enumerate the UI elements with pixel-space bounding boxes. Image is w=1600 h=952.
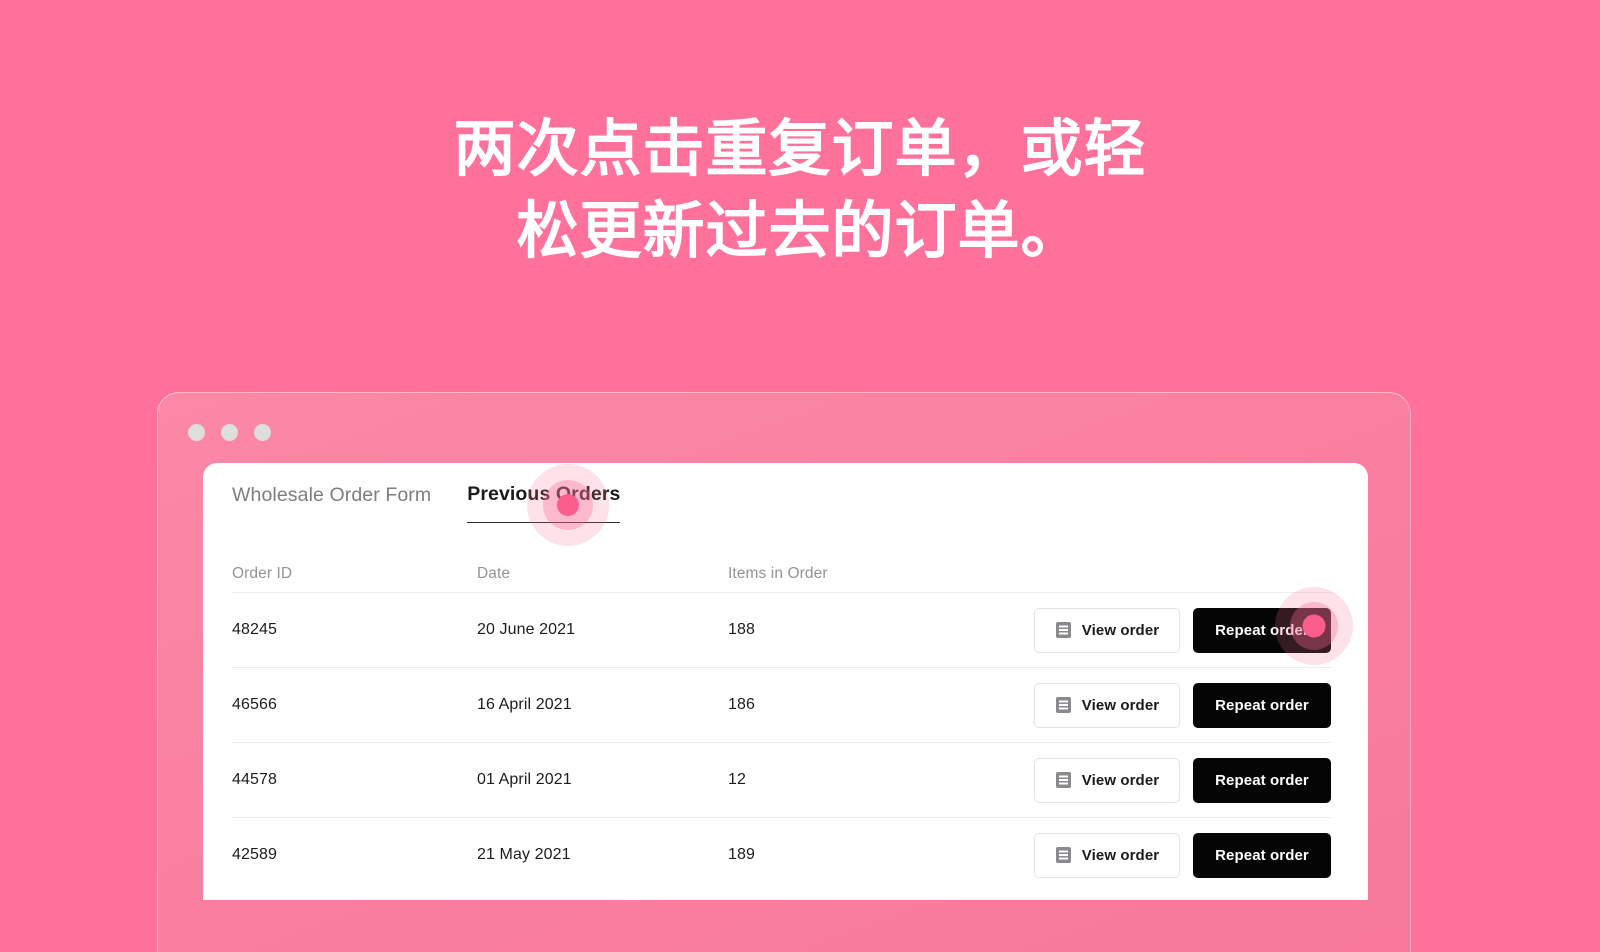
cell-date: 21 May 2021 xyxy=(477,846,571,863)
table-header-row: Order ID Date Items in Order xyxy=(232,555,1332,593)
view-order-button[interactable]: View order xyxy=(1034,832,1180,878)
table-row: 48245 20 June 2021 188 View order Repeat… xyxy=(232,593,1332,668)
headline-line-2: 松更新过去的订单。 xyxy=(516,194,1084,267)
tab-previous-orders[interactable]: Previous Orders xyxy=(467,482,621,523)
cell-order-id: 46566 xyxy=(232,696,277,713)
cell-items: 188 xyxy=(728,621,755,638)
tab-wholesale-order-form[interactable]: Wholesale Order Form xyxy=(232,483,431,523)
repeat-order-label: Repeat order xyxy=(1215,771,1309,789)
view-order-label: View order xyxy=(1081,621,1160,639)
receipt-icon xyxy=(1055,772,1071,788)
table-row: 46566 16 April 2021 186 View order Repea… xyxy=(232,668,1332,743)
cell-date: 20 June 2021 xyxy=(477,621,576,638)
minimize-dot-icon[interactable] xyxy=(221,424,238,441)
cell-order-id: 42589 xyxy=(232,846,277,863)
repeat-order-button[interactable]: Repeat order xyxy=(1193,607,1331,653)
page-headline: 两次点击重复订单，或轻 松更新过去的订单。 xyxy=(0,108,1600,272)
previous-orders-table: Order ID Date Items in Order 48245 20 Ju… xyxy=(232,555,1332,892)
column-header-items-in-order: Items in Order xyxy=(728,564,828,582)
cell-order-id: 44578 xyxy=(232,771,277,788)
column-header-order-id: Order ID xyxy=(232,564,293,582)
repeat-order-button[interactable]: Repeat order xyxy=(1193,682,1331,728)
close-dot-icon[interactable] xyxy=(188,424,205,441)
view-order-button[interactable]: View order xyxy=(1034,757,1180,803)
maximize-dot-icon[interactable] xyxy=(254,424,271,441)
view-order-button[interactable]: View order xyxy=(1034,607,1180,653)
window-titlebar xyxy=(158,393,1410,467)
headline-line-1: 两次点击重复订单，或轻 xyxy=(453,112,1147,185)
row-actions: View order Repeat order xyxy=(1028,682,1332,728)
row-actions: View order Repeat order xyxy=(1028,832,1332,878)
view-order-button[interactable]: View order xyxy=(1034,682,1180,728)
repeat-order-label: Repeat order xyxy=(1215,621,1309,639)
cell-items: 186 xyxy=(728,696,755,713)
repeat-order-label: Repeat order xyxy=(1215,846,1309,864)
cell-order-id: 48245 xyxy=(232,621,277,638)
table-row: 42589 21 May 2021 189 View order Repeat … xyxy=(232,818,1332,892)
cell-items: 12 xyxy=(728,771,746,788)
cell-date: 01 April 2021 xyxy=(477,771,572,788)
repeat-order-label: Repeat order xyxy=(1215,696,1309,714)
row-actions: View order Repeat order xyxy=(1028,607,1332,653)
row-actions: View order Repeat order xyxy=(1028,757,1332,803)
receipt-icon xyxy=(1055,622,1071,638)
window-controls xyxy=(188,424,271,441)
column-header-date: Date xyxy=(477,564,511,582)
app-panel: Wholesale Order Form Previous Orders Ord… xyxy=(203,463,1368,900)
view-order-label: View order xyxy=(1081,846,1160,864)
cell-date: 16 April 2021 xyxy=(477,696,572,713)
receipt-icon xyxy=(1055,697,1071,713)
view-order-label: View order xyxy=(1081,696,1160,714)
receipt-icon xyxy=(1055,847,1071,863)
repeat-order-button[interactable]: Repeat order xyxy=(1193,757,1331,803)
repeat-order-button[interactable]: Repeat order xyxy=(1193,832,1331,878)
view-order-label: View order xyxy=(1081,771,1160,789)
table-row: 44578 01 April 2021 12 View order Repeat… xyxy=(232,743,1332,818)
cell-items: 189 xyxy=(728,846,755,863)
tab-bar: Wholesale Order Form Previous Orders xyxy=(232,482,621,523)
